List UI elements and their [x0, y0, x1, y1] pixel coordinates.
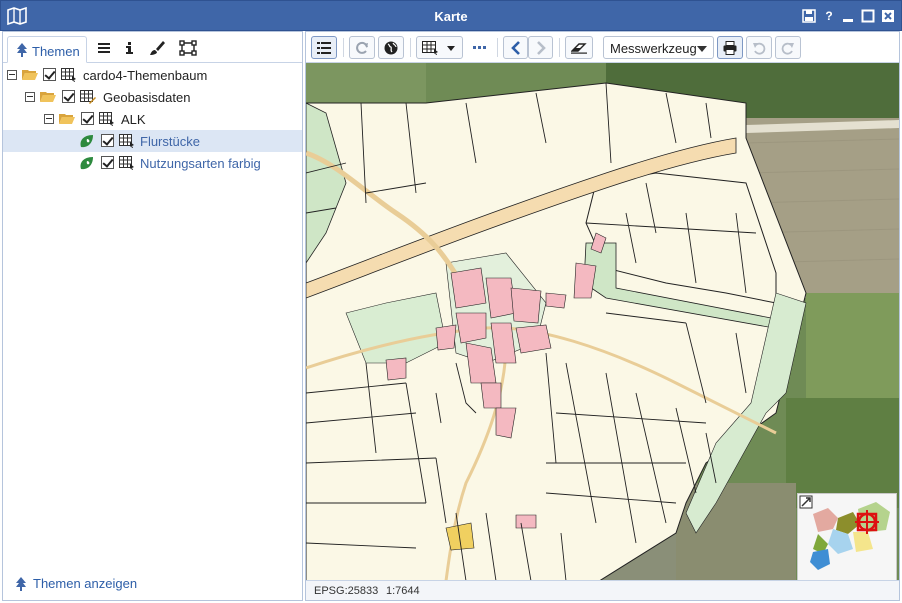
map-panel: Messwerkzeug EPSG:25833 1:7644 [305, 31, 900, 601]
menu-button[interactable] [311, 36, 337, 59]
map-scale: 1:7644 [386, 585, 420, 597]
folder-open-icon [59, 114, 75, 124]
list-icon[interactable] [95, 40, 113, 56]
panel-tabs: Themen [3, 32, 302, 63]
tree-item-label: Flurstücke [140, 134, 200, 149]
folder-open-icon [22, 70, 38, 80]
globe-button[interactable] [378, 36, 404, 59]
tree-item-flurstuecke[interactable]: Flurstücke [3, 130, 302, 152]
refresh-button[interactable] [349, 36, 375, 59]
grid-layer-icon [119, 156, 134, 170]
forward-button[interactable] [528, 36, 553, 59]
tree-item-label: ALK [121, 112, 146, 127]
tool-select-value: Messwerkzeug [610, 41, 697, 56]
print-button[interactable] [717, 36, 743, 59]
print-icon [723, 40, 737, 55]
brush-icon[interactable] [148, 40, 166, 56]
collapse-icon[interactable] [44, 114, 54, 124]
more-icon [473, 45, 486, 49]
grid-layer-icon [99, 112, 114, 126]
layer-checkbox[interactable] [81, 112, 94, 125]
grid-layer-edit-icon [80, 90, 96, 104]
folder-open-icon [40, 92, 56, 102]
grid-select-icon [421, 40, 455, 55]
grid-select-button[interactable] [416, 36, 463, 59]
tree-icon [16, 577, 26, 591]
leaf-layer-icon [80, 157, 93, 170]
tab-themen[interactable]: Themen [7, 36, 87, 63]
close-icon[interactable] [881, 9, 895, 23]
more-button[interactable] [466, 36, 494, 59]
redo-icon [781, 42, 794, 55]
back-button[interactable] [503, 36, 528, 59]
info-icon[interactable] [120, 40, 138, 56]
window-title: Karte [434, 9, 468, 24]
layer-checkbox[interactable] [101, 134, 114, 147]
tree-item-nutzungsarten[interactable]: Nutzungsarten farbig [3, 152, 302, 174]
maximize-icon[interactable] [861, 9, 875, 23]
show-themes-label: Themen anzeigen [33, 576, 138, 591]
tab-themen-label: Themen [32, 44, 80, 59]
chevron-down-icon [446, 45, 455, 51]
leaf-layer-icon [80, 135, 93, 148]
tree-item-label: Geobasisdaten [103, 90, 191, 105]
eraser-icon [571, 42, 587, 54]
tree-item-label: Nutzungsarten farbig [140, 156, 261, 171]
forward-icon [536, 40, 546, 55]
eraser-button[interactable] [565, 36, 593, 59]
collapse-icon[interactable] [7, 70, 17, 80]
map-toolbar: Messwerkzeug [306, 32, 899, 63]
menu-icon [317, 41, 331, 54]
tree-item-alk[interactable]: ALK [3, 108, 302, 130]
undo-button[interactable] [746, 36, 772, 59]
epsg-code: EPSG:25833 [314, 585, 379, 597]
back-icon [510, 40, 520, 55]
layer-checkbox[interactable] [101, 156, 114, 169]
tree-item-cardo4[interactable]: cardo4-Themenbaum [3, 64, 302, 86]
grid-layer-icon [61, 68, 76, 82]
grid-layer-icon [119, 134, 134, 148]
layer-panel: Themen cardo4-Themenbaum Geobasisdaten A… [2, 31, 303, 601]
globe-icon [384, 41, 398, 54]
tool-select[interactable]: Messwerkzeug [603, 36, 714, 59]
refresh-icon [356, 41, 368, 54]
tree-item-label: cardo4-Themenbaum [83, 68, 208, 83]
tree-item-geobasisdaten[interactable]: Geobasisdaten [3, 86, 302, 108]
map-statusbar: EPSG:25833 1:7644 [306, 580, 899, 600]
help-icon[interactable]: ? [822, 9, 836, 23]
overview-map[interactable] [797, 493, 897, 581]
undo-icon [753, 42, 766, 55]
chevron-down-icon [697, 46, 707, 52]
redo-button[interactable] [775, 36, 801, 59]
layer-checkbox[interactable] [43, 68, 56, 81]
layer-checkbox[interactable] [62, 90, 75, 103]
minimize-icon[interactable] [841, 9, 855, 23]
save-icon[interactable] [802, 9, 816, 23]
collapse-icon[interactable] [25, 92, 35, 102]
map-canvas[interactable] [306, 63, 899, 581]
overview-map-image [798, 494, 896, 580]
tree-icon [17, 43, 27, 57]
topology-icon[interactable] [179, 40, 197, 56]
window-titlebar: Karte ? [0, 0, 902, 31]
